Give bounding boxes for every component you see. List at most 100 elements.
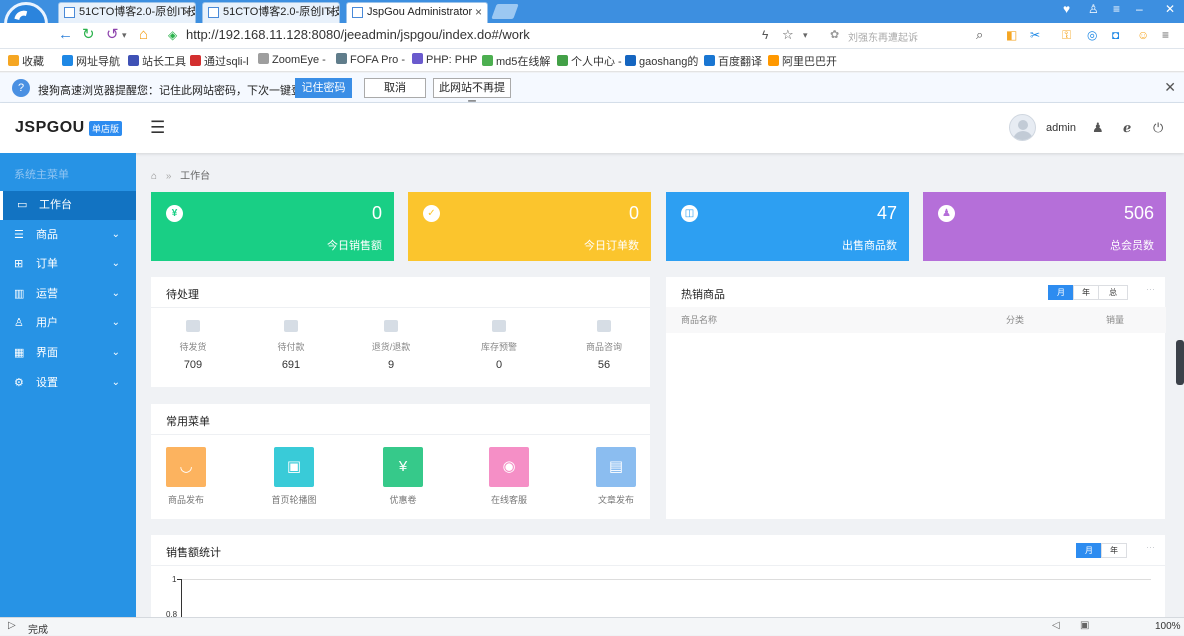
scrollbar-handle[interactable] bbox=[1176, 340, 1184, 385]
stat-card[interactable]: ◫ 47 出售商品数 bbox=[666, 192, 909, 261]
username[interactable]: admin bbox=[1046, 122, 1076, 134]
more-icon[interactable]: ··· bbox=[1146, 284, 1155, 294]
home-icon[interactable]: ⌂ bbox=[139, 26, 148, 44]
window-close-icon[interactable]: ✕ bbox=[1165, 2, 1175, 16]
chevron-down-icon[interactable]: ▾ bbox=[122, 26, 127, 44]
sales-stats-title: 销售额统计 bbox=[166, 547, 221, 559]
more-icon[interactable]: ··· bbox=[1146, 542, 1155, 552]
lock-icon[interactable]: ▣ bbox=[1080, 620, 1089, 631]
avatar[interactable] bbox=[1009, 114, 1036, 141]
pending-item[interactable]: 待付款 691 bbox=[261, 320, 321, 371]
back-icon[interactable]: ← bbox=[58, 26, 73, 44]
sidebar-toggle-icon[interactable]: ▷ bbox=[8, 620, 16, 631]
sidebar-item-3[interactable]: ⊞ 订单 ⌄ bbox=[0, 250, 136, 279]
sidebar-item-1[interactable]: ▭ 工作台 bbox=[0, 191, 136, 220]
bookmark-8[interactable]: md5在线解 bbox=[482, 53, 550, 69]
stat-card[interactable]: ✓ 0 今日订单数 bbox=[408, 192, 651, 261]
stat-card[interactable]: ¥0 今日销售额 bbox=[151, 192, 394, 261]
browser-icon[interactable]: ℯ bbox=[1123, 120, 1131, 136]
browser-tab-3[interactable]: JspGou Administrator × bbox=[346, 2, 488, 23]
period-year-toggle[interactable]: 年 bbox=[1073, 285, 1099, 300]
skin-icon[interactable]: ♥ bbox=[1063, 2, 1070, 16]
close-icon[interactable]: × bbox=[475, 3, 482, 22]
cancel-button[interactable]: 取消 bbox=[364, 78, 426, 98]
sidebar-item-2[interactable]: ☰ 商品 ⌄ bbox=[0, 221, 136, 250]
period-total-toggle[interactable]: 总 bbox=[1098, 285, 1128, 300]
minimize-icon[interactable]: – bbox=[1136, 2, 1143, 16]
menu-icon[interactable]: ≡ bbox=[1113, 2, 1120, 16]
quick-menu-item[interactable]: ¥ 优惠卷 bbox=[368, 447, 438, 506]
bookmark-11[interactable]: 百度翻译 bbox=[704, 53, 762, 69]
browser-tab-1[interactable]: 51CTO博客2.0-原创IT技 × bbox=[58, 2, 196, 23]
search-icon[interactable]: ⌕ bbox=[976, 26, 983, 44]
pending-item[interactable]: 退货/退款 9 bbox=[361, 320, 421, 371]
pending-item[interactable]: 待发货 709 bbox=[163, 320, 223, 371]
chevron-down-icon[interactable]: ⌄ bbox=[112, 308, 120, 337]
close-icon[interactable]: ✕ bbox=[1164, 79, 1176, 96]
close-icon[interactable]: × bbox=[183, 3, 190, 22]
zoom-level[interactable]: 100% bbox=[1155, 621, 1181, 632]
period-month-toggle[interactable]: 月 bbox=[1048, 285, 1074, 300]
undo-icon[interactable]: ↺ bbox=[106, 26, 119, 44]
chevron-down-icon[interactable]: ▾ bbox=[803, 26, 808, 44]
refresh-icon[interactable]: ↻ bbox=[82, 26, 95, 44]
star-icon[interactable]: ☆ bbox=[782, 26, 794, 44]
quick-menu-item[interactable]: ▤ 文章发布 bbox=[581, 447, 651, 506]
pending-item[interactable]: 商品咨询 56 bbox=[574, 320, 634, 371]
period-month-toggle[interactable]: 月 bbox=[1076, 543, 1102, 558]
quick-menu-item[interactable]: ◡ 商品发布 bbox=[151, 447, 221, 506]
shirt-icon[interactable]: ♙ bbox=[1088, 2, 1099, 16]
sidebar-item-5[interactable]: ♙ 用户 ⌄ bbox=[0, 309, 136, 338]
chevron-down-icon[interactable]: ⌄ bbox=[112, 279, 120, 308]
bookmark-5[interactable]: ZoomEye - bbox=[258, 53, 326, 66]
extension-icon[interactable]: ◧ bbox=[1006, 26, 1017, 44]
sidebar-item-4[interactable]: ▥ 运营 ⌄ bbox=[0, 280, 136, 309]
bookmark-2[interactable]: 网址导航 bbox=[62, 53, 120, 69]
sidebar-item-label: 设置 bbox=[36, 376, 58, 389]
new-tab-button[interactable] bbox=[491, 4, 519, 19]
compass-icon[interactable]: ◎ bbox=[1087, 26, 1097, 44]
pending-item[interactable]: 库存预警 0 bbox=[469, 320, 529, 371]
bookmark-3[interactable]: 站长工具 bbox=[128, 53, 186, 69]
chevron-down-icon[interactable]: ⌄ bbox=[112, 368, 120, 397]
brand-logo[interactable]: JSPGOU bbox=[15, 119, 85, 137]
user-settings-icon[interactable]: ♟ bbox=[1092, 120, 1104, 136]
bookmark-4[interactable]: 通过sqli-l bbox=[190, 53, 249, 69]
close-icon[interactable]: × bbox=[327, 3, 334, 22]
browser-tab-2[interactable]: 51CTO博客2.0-原创IT技 × bbox=[202, 2, 340, 23]
chevron-down-icon[interactable]: ⌄ bbox=[112, 249, 120, 278]
bookmark-9[interactable]: 个人中心 - bbox=[557, 53, 622, 69]
coupon-icon: ¥ bbox=[383, 447, 423, 487]
chevron-down-icon[interactable]: ⌄ bbox=[112, 338, 120, 367]
menu-icon[interactable]: ≡ bbox=[1162, 26, 1169, 44]
shield-check-icon[interactable]: ◘ bbox=[1112, 26, 1119, 44]
bookmark-1[interactable]: 收藏 bbox=[8, 53, 44, 69]
sidebar-item-7[interactable]: ⚙ 设置 ⌄ bbox=[0, 369, 136, 398]
stat-value: 0 bbox=[628, 203, 639, 223]
quick-menu-item[interactable]: ◉ 在线客服 bbox=[474, 447, 544, 506]
support-icon: ◉ bbox=[489, 447, 529, 487]
bookmark-12[interactable]: 阿里巴巴开 bbox=[768, 53, 837, 69]
url-input[interactable]: http://192.168.11.128:8080/jeeadmin/jspg… bbox=[186, 27, 530, 42]
scissors-icon[interactable]: ✂ bbox=[1030, 26, 1040, 44]
power-icon[interactable]: ⏻ bbox=[1153, 120, 1163, 136]
pending-value: 709 bbox=[183, 359, 203, 371]
quick-menu-item[interactable]: ▣ 首页轮播图 bbox=[259, 447, 329, 506]
hamburger-icon[interactable]: ☰ bbox=[150, 118, 165, 138]
remember-password-button[interactable]: 记住密码 bbox=[295, 78, 352, 98]
smiley-icon[interactable]: ☺ bbox=[1137, 26, 1149, 44]
bookmark-7[interactable]: PHP: PHP bbox=[412, 53, 477, 66]
period-year-toggle[interactable]: 年 bbox=[1101, 543, 1127, 558]
bookmark-6[interactable]: FOFA Pro - bbox=[336, 53, 405, 66]
search-input[interactable]: 刘强东再遭起诉 bbox=[848, 29, 918, 44]
bookmark-icon bbox=[482, 55, 493, 66]
key-icon[interactable]: ⚿ bbox=[1062, 26, 1071, 44]
bookmark-10[interactable]: gaoshang的 bbox=[625, 53, 698, 69]
sidebar-item-6[interactable]: ▦ 界面 ⌄ bbox=[0, 339, 136, 368]
never-prompt-button[interactable]: 此网站不再提示 bbox=[433, 78, 511, 112]
speaker-icon[interactable]: ◁ bbox=[1052, 620, 1060, 631]
chevron-down-icon[interactable]: ⌄ bbox=[112, 220, 120, 249]
lightning-icon[interactable]: ϟ bbox=[762, 26, 768, 44]
stat-card[interactable]: ♟ 506 总会员数 bbox=[923, 192, 1166, 261]
home-icon[interactable]: ⌂ bbox=[151, 171, 157, 182]
